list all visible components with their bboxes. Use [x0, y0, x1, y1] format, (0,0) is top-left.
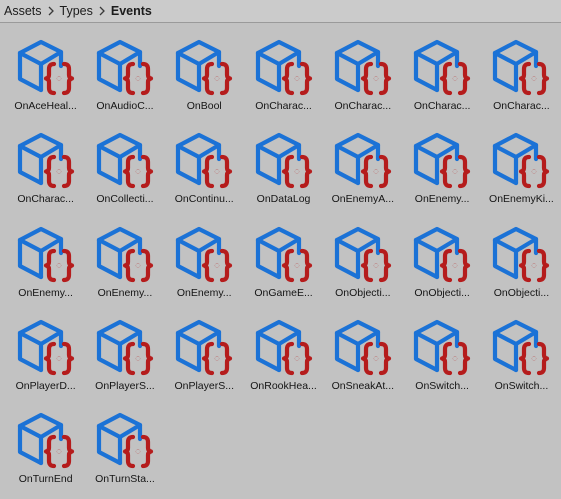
script-event-icon	[172, 220, 236, 284]
script-event-icon	[252, 33, 316, 97]
script-event-icon	[93, 313, 157, 377]
script-event-icon	[252, 126, 316, 190]
asset-item[interactable]: OnObjecti...	[482, 220, 561, 313]
asset-label: OnCharac...	[245, 100, 323, 112]
asset-label: OnPlayerS...	[165, 380, 243, 392]
asset-item[interactable]: OnEnemyA...	[323, 126, 402, 219]
asset-label: OnSneakAt...	[324, 380, 402, 392]
asset-item[interactable]: OnRookHea...	[244, 313, 323, 406]
asset-label: OnPlayerS...	[86, 380, 164, 392]
asset-label: OnObjecti...	[482, 287, 560, 299]
breadcrumb-assets[interactable]: Assets	[4, 4, 42, 18]
asset-label: OnEnemy...	[7, 287, 85, 299]
asset-item[interactable]: OnEnemy...	[165, 220, 244, 313]
asset-label: OnTurnEnd	[7, 473, 85, 485]
asset-label: OnCharac...	[324, 100, 402, 112]
script-event-icon	[93, 126, 157, 190]
asset-item[interactable]: OnAudioC...	[85, 33, 164, 126]
asset-item[interactable]: OnTurnSta...	[85, 406, 164, 499]
asset-item[interactable]: OnSneakAt...	[323, 313, 402, 406]
asset-item[interactable]: OnCharac...	[6, 126, 85, 219]
asset-item[interactable]: OnAceHeal...	[6, 33, 85, 126]
asset-item[interactable]: OnTurnEnd	[6, 406, 85, 499]
script-event-icon	[410, 33, 474, 97]
asset-label: OnObjecti...	[403, 287, 481, 299]
asset-item[interactable]: OnCharac...	[482, 33, 561, 126]
asset-label: OnObjecti...	[324, 287, 402, 299]
script-event-icon	[331, 33, 395, 97]
asset-label: OnAceHeal...	[7, 100, 85, 112]
asset-label: OnCharac...	[403, 100, 481, 112]
asset-label: OnEnemyA...	[324, 193, 402, 205]
script-event-icon	[93, 220, 157, 284]
script-event-icon	[252, 220, 316, 284]
asset-grid: OnAceHeal... OnAudioC...	[6, 33, 561, 499]
asset-item[interactable]: OnCharac...	[402, 33, 481, 126]
asset-item[interactable]: OnPlayerS...	[85, 313, 164, 406]
script-event-icon	[410, 126, 474, 190]
asset-label: OnSwitch...	[403, 380, 481, 392]
asset-label: OnContinu...	[165, 193, 243, 205]
script-event-icon	[93, 33, 157, 97]
script-event-icon	[489, 126, 553, 190]
asset-label: OnCollecti...	[86, 193, 164, 205]
asset-label: OnAudioC...	[86, 100, 164, 112]
chevron-right-icon	[42, 5, 60, 17]
script-event-icon	[172, 126, 236, 190]
script-event-icon	[410, 313, 474, 377]
script-event-icon	[93, 406, 157, 470]
asset-label: OnCharac...	[7, 193, 85, 205]
asset-item[interactable]: OnEnemy...	[85, 220, 164, 313]
asset-label: OnTurnSta...	[86, 473, 164, 485]
script-event-icon	[14, 406, 78, 470]
script-event-icon	[172, 33, 236, 97]
asset-label: OnSwitch...	[482, 380, 560, 392]
asset-label: OnRookHea...	[245, 380, 323, 392]
asset-item[interactable]: OnPlayerD...	[6, 313, 85, 406]
asset-item[interactable]: OnGameE...	[244, 220, 323, 313]
script-event-icon	[331, 126, 395, 190]
asset-label: OnDataLog	[245, 193, 323, 205]
asset-label: OnPlayerD...	[7, 380, 85, 392]
asset-label: OnBool	[165, 100, 243, 112]
asset-item[interactable]: OnSwitch...	[482, 313, 561, 406]
asset-item[interactable]: OnEnemy...	[402, 126, 481, 219]
asset-item[interactable]: OnObjecti...	[323, 220, 402, 313]
script-event-icon	[172, 313, 236, 377]
script-event-icon	[410, 220, 474, 284]
asset-item[interactable]: OnSwitch...	[402, 313, 481, 406]
script-event-icon	[14, 220, 78, 284]
script-event-icon	[489, 220, 553, 284]
asset-item[interactable]: OnCharac...	[244, 33, 323, 126]
asset-item[interactable]: OnCharac...	[323, 33, 402, 126]
breadcrumb-events[interactable]: Events	[111, 4, 152, 18]
script-event-icon	[14, 126, 78, 190]
breadcrumb: Assets Types Events	[0, 0, 561, 23]
breadcrumb-types[interactable]: Types	[60, 4, 93, 18]
script-event-icon	[331, 220, 395, 284]
script-event-icon	[489, 33, 553, 97]
asset-item[interactable]: OnDataLog	[244, 126, 323, 219]
asset-label: OnEnemy...	[165, 287, 243, 299]
asset-label: OnEnemy...	[403, 193, 481, 205]
asset-label: OnCharac...	[482, 100, 560, 112]
script-event-icon	[14, 313, 78, 377]
asset-item[interactable]: OnEnemy...	[6, 220, 85, 313]
script-event-icon	[252, 313, 316, 377]
chevron-right-icon	[93, 5, 111, 17]
asset-item[interactable]: OnEnemyKi...	[482, 126, 561, 219]
script-event-icon	[331, 313, 395, 377]
asset-item[interactable]: OnCollecti...	[85, 126, 164, 219]
script-event-icon	[14, 33, 78, 97]
asset-item[interactable]: OnPlayerS...	[165, 313, 244, 406]
asset-item[interactable]: OnBool	[165, 33, 244, 126]
asset-label: OnEnemyKi...	[482, 193, 560, 205]
asset-label: OnEnemy...	[86, 287, 164, 299]
asset-item[interactable]: OnObjecti...	[402, 220, 481, 313]
asset-label: OnGameE...	[245, 287, 323, 299]
asset-item[interactable]: OnContinu...	[165, 126, 244, 219]
script-event-icon	[489, 313, 553, 377]
